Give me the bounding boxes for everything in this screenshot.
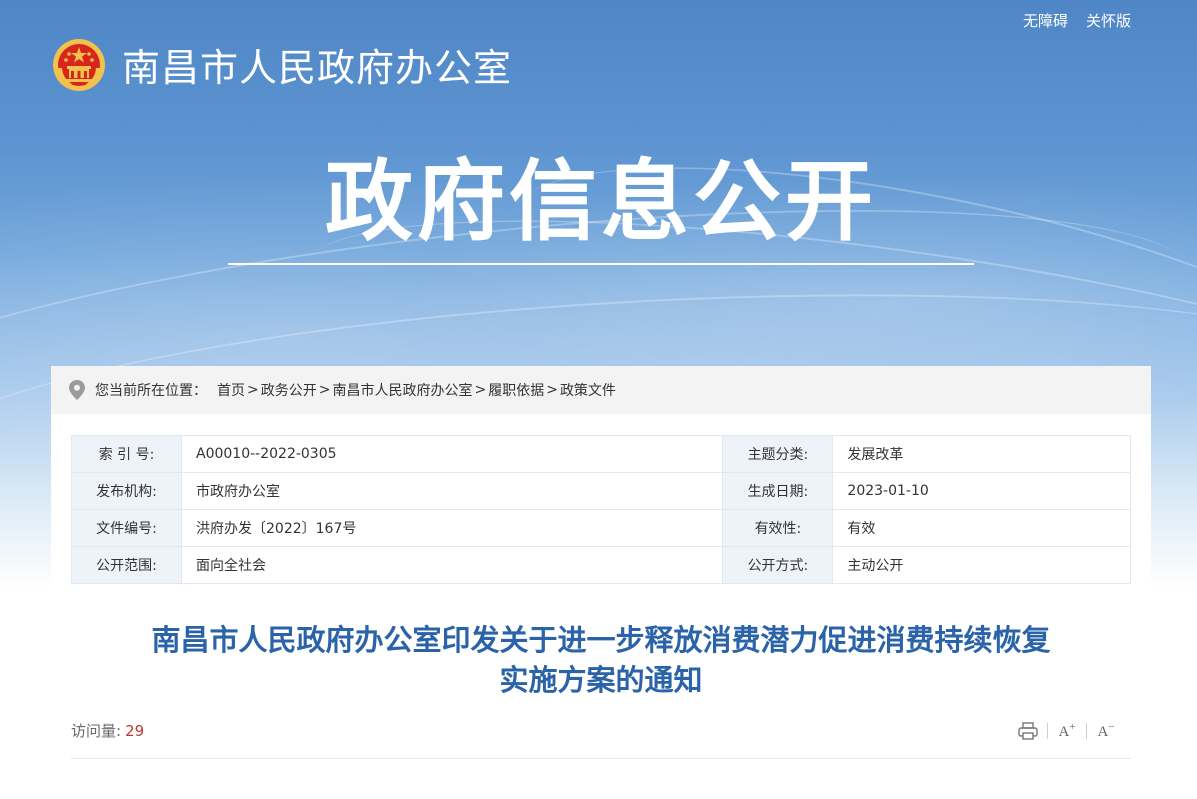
print-button[interactable] [1017,720,1039,742]
meta-key: 生成日期: [722,472,834,510]
visit-count-label: 访问量: [71,722,122,740]
location-pin-icon [69,380,85,400]
breadcrumb-gov-affairs[interactable]: 政务公开 [261,380,317,400]
meta-key: 公开范围: [71,546,182,584]
meta-key: 公开方式: [722,546,834,584]
meta-key: 索 引 号: [71,435,182,473]
document-title: 南昌市人民政府办公室印发关于进一步释放消费潜力促进消费持续恢复 实施方案的通知 [51,620,1151,700]
article-tools: A+ A− [1017,720,1117,742]
breadcrumb-separator: > [247,382,259,398]
divider [71,758,1131,759]
table-row: 文件编号: 洪府办发〔2022〕167号 有效性: 有效 [71,509,1131,547]
breadcrumb-home[interactable]: 首页 [217,380,245,400]
meta-value: 洪府办发〔2022〕167号 [180,509,724,547]
breadcrumb-duty-basis[interactable]: 履职依据 [488,380,544,400]
meta-key: 发布机构: [71,472,182,510]
tool-divider [1047,723,1048,739]
breadcrumb-office[interactable]: 南昌市人民政府办公室 [332,380,472,400]
breadcrumb: 您当前所在位置： 首页 > 政务公开 > 南昌市人民政府办公室 > 履职依据 >… [51,366,1151,414]
font-increase-button[interactable]: A+ [1056,720,1078,742]
meta-value: 2023-01-10 [832,472,1131,510]
visit-count: 访问量: 29 [71,720,144,741]
meta-value: A00010--2022-0305 [180,435,724,473]
meta-value: 面向全社会 [180,546,724,584]
elderly-mode-link[interactable]: 关怀版 [1086,10,1131,31]
breadcrumb-separator: > [474,382,487,398]
table-row: 发布机构: 市政府办公室 生成日期: 2023-01-10 [71,472,1131,510]
visit-count-value: 29 [125,722,145,740]
meta-value: 有效 [832,509,1131,547]
hero-underline [228,263,974,265]
meta-key: 文件编号: [71,509,182,547]
breadcrumb-policy-docs[interactable]: 政策文件 [560,380,616,400]
font-increase-icon: A+ [1058,721,1076,740]
document-title-line2: 实施方案的通知 [499,663,703,697]
national-emblem-icon [53,38,105,91]
document-meta-table: 索 引 号: A00010--2022-0305 主题分类: 发展改革 发布机构… [71,435,1131,584]
print-icon [1018,722,1038,740]
font-decrease-button[interactable]: A− [1095,720,1117,742]
top-links: 无障碍 关怀版 [1023,10,1131,31]
hero-title: 政府信息公开 [324,150,877,253]
table-row: 索 引 号: A00010--2022-0305 主题分类: 发展改革 [71,435,1131,473]
site-logo[interactable]: 南昌市人民政府办公室 [52,37,512,92]
tool-divider [1086,723,1087,739]
content-panel: 您当前所在位置： 首页 > 政务公开 > 南昌市人民政府办公室 > 履职依据 >… [51,366,1151,799]
site-name: 南昌市人民政府办公室 [122,46,513,90]
breadcrumb-label: 您当前所在位置： [95,383,207,399]
meta-key: 主题分类: [722,435,834,473]
accessibility-link[interactable]: 无障碍 [1023,10,1068,31]
breadcrumb-separator: > [546,382,558,398]
table-row: 公开范围: 面向全社会 公开方式: 主动公开 [71,546,1131,584]
breadcrumb-separator: > [318,382,331,398]
meta-value: 主动公开 [832,546,1131,584]
document-title-line1: 南昌市人民政府办公室印发关于进一步释放消费潜力促进消费持续恢复 [151,623,1051,657]
meta-value: 发展改革 [832,435,1131,473]
meta-key: 有效性: [722,509,834,547]
font-decrease-icon: A− [1097,721,1115,740]
meta-value: 市政府办公室 [180,472,724,510]
